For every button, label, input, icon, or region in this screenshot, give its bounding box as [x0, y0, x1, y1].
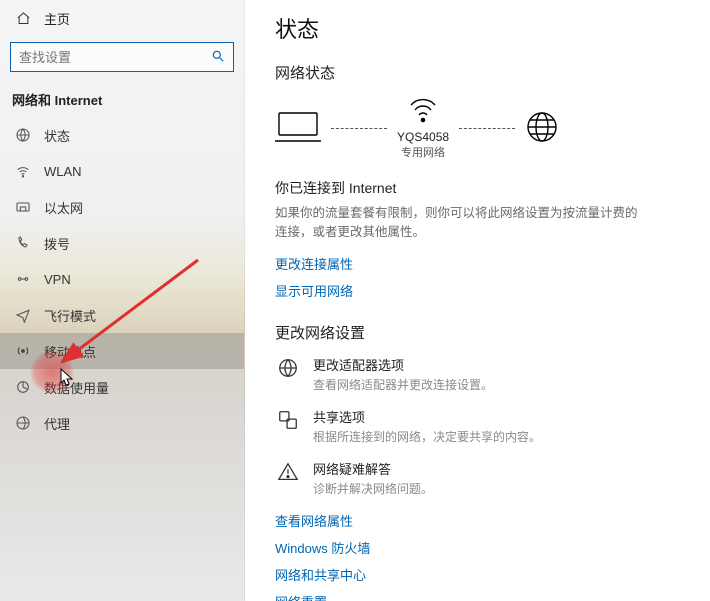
home-link[interactable]: 主页 [0, 0, 244, 36]
page-title: 状态 [275, 12, 688, 44]
show-networks-link[interactable]: 显示可用网络 [275, 281, 688, 300]
wifi-name-label: YQS4058 [397, 130, 449, 144]
search-input-field[interactable] [19, 50, 211, 65]
sharing-icon [275, 407, 301, 445]
network-diagram: YQS4058 专用网络 [275, 97, 688, 160]
sidebar-item-label: VPN [44, 272, 71, 287]
search-settings-input[interactable] [10, 42, 234, 72]
view-network-properties-link[interactable]: 查看网络属性 [275, 511, 688, 530]
option-title: 更改适配器选项 [313, 355, 493, 374]
home-label: 主页 [44, 9, 70, 28]
connection-line [459, 128, 515, 129]
home-icon [12, 11, 34, 26]
change-connection-link[interactable]: 更改连接属性 [275, 254, 688, 273]
sidebar-item-wlan[interactable]: WLAN [0, 153, 244, 189]
adapter-icon [275, 355, 301, 393]
sidebar-item-label: 飞行模式 [44, 306, 96, 325]
option-title: 共享选项 [313, 407, 541, 426]
airplane-icon [12, 307, 34, 323]
option-sub: 查看网络适配器并更改连接设置。 [313, 376, 493, 393]
settings-sidebar: 主页 网络和 Internet 状态 WLAN [0, 0, 245, 601]
computer-icon [275, 109, 321, 148]
sidebar-item-airplane[interactable]: 飞行模式 [0, 297, 244, 333]
data-usage-icon [12, 379, 34, 395]
sharing-option[interactable]: 共享选项 根据所连接到的网络，决定要共享的内容。 [275, 407, 688, 445]
connection-line [331, 128, 387, 129]
sidebar-item-datausage[interactable]: 数据使用量 [0, 369, 244, 405]
sidebar-item-proxy[interactable]: 代理 [0, 405, 244, 441]
sidebar-item-status[interactable]: 状态 [0, 117, 244, 153]
network-sharing-center-link[interactable]: 网络和共享中心 [275, 565, 688, 584]
sidebar-item-label: 移动热点 [44, 342, 96, 361]
main-content: 状态 网络状态 YQS4058 专用网络 你已连接到 Internet 如果你的… [245, 0, 710, 601]
change-adapter-option[interactable]: 更改适配器选项 查看网络适配器并更改连接设置。 [275, 355, 688, 393]
sidebar-item-label: 拨号 [44, 234, 70, 253]
globe-icon [525, 110, 559, 147]
search-icon [211, 49, 225, 66]
network-status-heading: 网络状态 [275, 62, 688, 83]
sidebar-item-label: 数据使用量 [44, 378, 109, 397]
change-settings-heading: 更改网络设置 [275, 322, 688, 343]
sidebar-category-label: 网络和 Internet [0, 76, 244, 117]
troubleshoot-icon [275, 459, 301, 497]
windows-firewall-link[interactable]: Windows 防火墙 [275, 538, 688, 557]
dialup-icon [12, 235, 34, 251]
option-sub: 诊断并解决网络问题。 [313, 480, 433, 497]
sidebar-item-label: 代理 [44, 414, 70, 433]
sidebar-item-vpn[interactable]: VPN [0, 261, 244, 297]
status-icon [12, 127, 34, 143]
sidebar-item-label: WLAN [44, 164, 82, 179]
network-reset-link[interactable]: 网络重置 [275, 592, 688, 601]
hotspot-icon [12, 343, 34, 359]
ethernet-icon [12, 199, 34, 215]
sidebar-item-ethernet[interactable]: 以太网 [0, 189, 244, 225]
proxy-icon [12, 415, 34, 431]
sidebar-item-hotspot[interactable]: 移动热点 [0, 333, 244, 369]
option-title: 网络疑难解答 [313, 459, 433, 478]
wifi-router-icon [406, 97, 440, 128]
sidebar-item-label: 以太网 [44, 198, 83, 217]
wifi-icon [12, 163, 34, 179]
vpn-icon [12, 271, 34, 287]
sidebar-item-label: 状态 [44, 126, 70, 145]
connected-status-desc: 如果你的流量套餐有限制，则你可以将此网络设置为按流量计费的连接，或者更改其他属性… [275, 204, 645, 242]
sidebar-item-dialup[interactable]: 拨号 [0, 225, 244, 261]
troubleshoot-option[interactable]: 网络疑难解答 诊断并解决网络问题。 [275, 459, 688, 497]
connected-status-title: 你已连接到 Internet [275, 178, 688, 198]
wifi-type-label: 专用网络 [401, 144, 445, 160]
option-sub: 根据所连接到的网络，决定要共享的内容。 [313, 428, 541, 445]
